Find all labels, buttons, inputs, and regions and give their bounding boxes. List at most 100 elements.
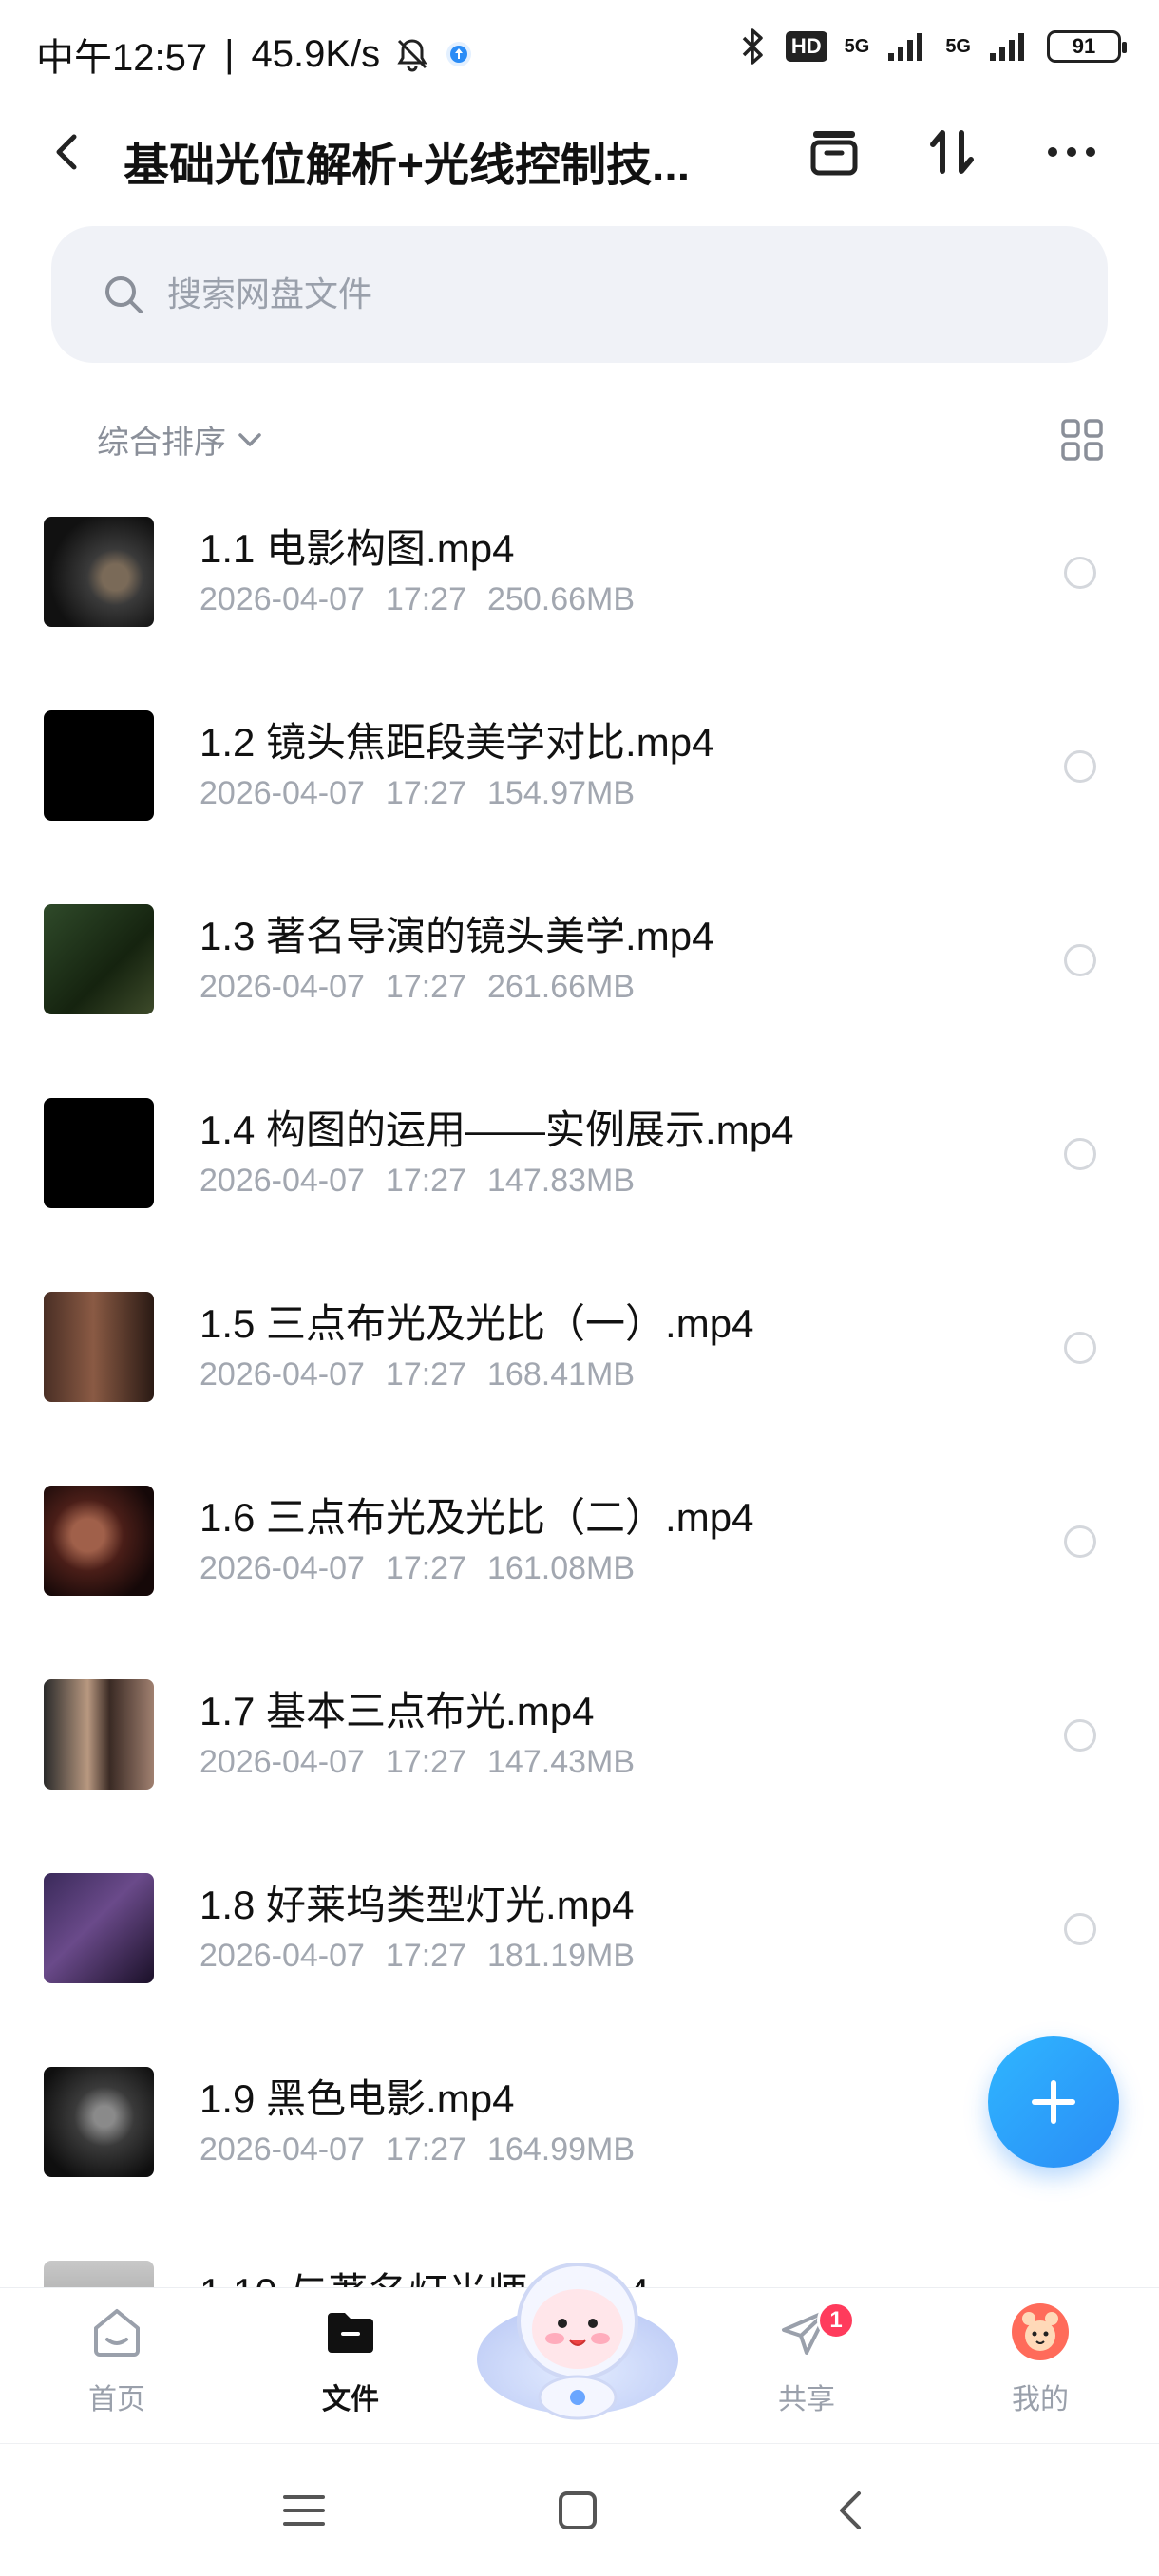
file-time: 17:27 (385, 1163, 467, 1199)
select-checkbox[interactable] (1064, 1913, 1096, 1945)
file-size: 250.66MB (487, 581, 636, 617)
transfer-icon[interactable] (922, 122, 982, 182)
file-date: 2026-04-07 (200, 1163, 365, 1199)
signal-icon (888, 33, 923, 61)
battery-indicator: 91 (1047, 30, 1127, 63)
folder-icon (328, 2313, 373, 2353)
tab-files-label: 文件 (322, 2384, 379, 2415)
file-size: 168.41MB (487, 1356, 636, 1392)
file-time: 17:27 (385, 775, 467, 811)
file-size: 147.43MB (487, 1744, 636, 1780)
select-checkbox[interactable] (1064, 557, 1096, 589)
file-time: 17:27 (385, 581, 467, 617)
file-size: 261.66MB (487, 969, 636, 1005)
select-checkbox[interactable] (1064, 1332, 1096, 1364)
menu-icon[interactable] (276, 2482, 332, 2539)
file-date: 2026-04-07 (200, 1550, 365, 1586)
status-time: 中午12:57 (36, 37, 208, 79)
chevron-left-icon[interactable] (42, 125, 95, 179)
select-checkbox[interactable] (1064, 750, 1096, 783)
file-row[interactable]: 1.4 构图的运用——实例展示.mp4 2026-04-07 17:27 147.8… (0, 1056, 1159, 1250)
file-meta: 2026-04-07 17:27 168.41MB (200, 1356, 656, 1393)
file-date: 2026-04-07 (200, 1744, 365, 1780)
search-input[interactable] (167, 275, 1022, 314)
file-list: 1.1 电影构图.mp4 2026-04-07 17:27 250.66MB 1.2… (0, 475, 1159, 2287)
file-row[interactable]: 1.2 镜头焦距段美学对比.mp4 2026-04-07 17:27 154.97M… (0, 669, 1159, 862)
notification-badge: 1 (817, 2301, 855, 2339)
tab-me-label: 我的 (1012, 2384, 1069, 2415)
tab-share[interactable]: 共享 1 (735, 2301, 878, 2434)
grid-view-icon[interactable] (1060, 418, 1104, 462)
select-checkbox[interactable] (1064, 1525, 1096, 1558)
search-bar[interactable] (51, 226, 1108, 363)
file-date: 2026-04-07 (200, 969, 365, 1005)
video-thumbnail (44, 1098, 154, 1208)
search-icon (105, 276, 142, 313)
file-name: 1.1 电影构图.mp4 (200, 526, 515, 571)
file-meta: 2026-04-07 17:27 250.66MB (200, 581, 656, 618)
select-checkbox[interactable] (1064, 1138, 1096, 1170)
file-name: 1.8 好莱坞类型灯光.mp4 (200, 1883, 635, 1927)
sort-row: 综合排序 (0, 408, 1159, 475)
video-thumbnail (44, 1292, 154, 1402)
home-square-icon[interactable] (549, 2482, 606, 2539)
network-type-2: 5G (945, 35, 971, 57)
file-date: 2026-04-07 (200, 581, 365, 617)
system-nav-bar (0, 2443, 1159, 2576)
status-right: HD 5G 5G 91 (736, 27, 1127, 66)
file-size: 181.19MB (487, 1938, 636, 1974)
select-checkbox[interactable] (1064, 944, 1096, 976)
video-thumbnail (44, 2067, 154, 2177)
tab-home-label: 首页 (88, 2384, 145, 2415)
status-left: 中午12:57 | 45.9K/s (36, 27, 473, 82)
file-size: 164.99MB (487, 2131, 636, 2168)
sort-label: 综合排序 (97, 425, 226, 461)
home-icon (94, 2309, 140, 2357)
video-thumbnail (44, 1873, 154, 1983)
network-type-1: 5G (844, 35, 870, 57)
file-name: 1.2 镜头焦距段美学对比.mp4 (200, 720, 714, 765)
more-icon[interactable] (1041, 122, 1102, 182)
video-thumbnail (44, 2261, 154, 2287)
add-button[interactable] (988, 2036, 1119, 2168)
select-checkbox[interactable] (1064, 1719, 1096, 1752)
file-time: 17:27 (385, 969, 467, 1005)
file-time: 17:27 (385, 1356, 467, 1392)
file-meta: 2026-04-07 17:27 261.66MB (200, 969, 656, 1006)
sort-button[interactable]: 综合排序 (97, 416, 266, 463)
video-thumbnail (44, 1486, 154, 1596)
file-time: 17:27 (385, 2131, 467, 2168)
file-meta: 2026-04-07 17:27 147.43MB (200, 1744, 656, 1781)
file-name: 1.6 三点布光及光比（二）.mp4 (200, 1495, 754, 1540)
mascot-assistant-icon[interactable] (473, 2236, 682, 2426)
archive-icon[interactable] (804, 122, 864, 182)
status-bar: 中午12:57 | 45.9K/s HD 5G 5G 91 (0, 0, 1159, 104)
file-row[interactable]: 1.7 基本三点布光.mp4 2026-04-07 17:27 147.43MB (0, 1638, 1159, 1831)
tab-share-label: 共享 (778, 2384, 835, 2415)
file-size: 161.08MB (487, 1550, 636, 1586)
file-date: 2026-04-07 (200, 775, 365, 811)
tab-home[interactable]: 首页 (46, 2301, 188, 2434)
file-row[interactable]: 1.3 著名导演的镜头美学.mp4 2026-04-07 17:27 261.66M… (0, 862, 1159, 1056)
tab-me[interactable]: 我的 (969, 2301, 1112, 2434)
file-time: 17:27 (385, 1744, 467, 1780)
file-meta: 2026-04-07 17:27 181.19MB (200, 1938, 656, 1975)
file-row[interactable]: 1.8 好莱坞类型灯光.mp4 2026-04-07 17:27 181.19MB (0, 1831, 1159, 2025)
file-name: 1.4 构图的运用——实例展示.mp4 (200, 1108, 794, 1152)
file-row[interactable]: 1.1 电影构图.mp4 2026-04-07 17:27 250.66MB (0, 475, 1159, 669)
file-row[interactable]: 1.5 三点布光及光比（一）.mp4 2026-04-07 17:27 168.41… (0, 1250, 1159, 1444)
video-thumbnail (44, 904, 154, 1014)
tab-files[interactable]: 文件 (279, 2301, 422, 2434)
file-date: 2026-04-07 (200, 2131, 365, 2168)
file-row[interactable]: 1.6 三点布光及光比（二）.mp4 2026-04-07 17:27 161.08… (0, 1444, 1159, 1638)
hd-badge: HD (785, 31, 827, 62)
avatar (1012, 2303, 1069, 2360)
plus-icon (1032, 2080, 1075, 2124)
video-thumbnail (44, 517, 154, 627)
header: 基础光位解析+光线控制技... (0, 104, 1159, 199)
bluetooth-icon (742, 28, 763, 65)
back-icon[interactable] (823, 2482, 880, 2539)
file-row[interactable]: 1.9 黑色电影.mp4 2026-04-07 17:27 164.99MB (0, 2025, 1159, 2219)
file-name: 1.5 三点布光及光比（一）.mp4 (200, 1301, 754, 1346)
file-meta: 2026-04-07 17:27 147.83MB (200, 1163, 656, 1200)
